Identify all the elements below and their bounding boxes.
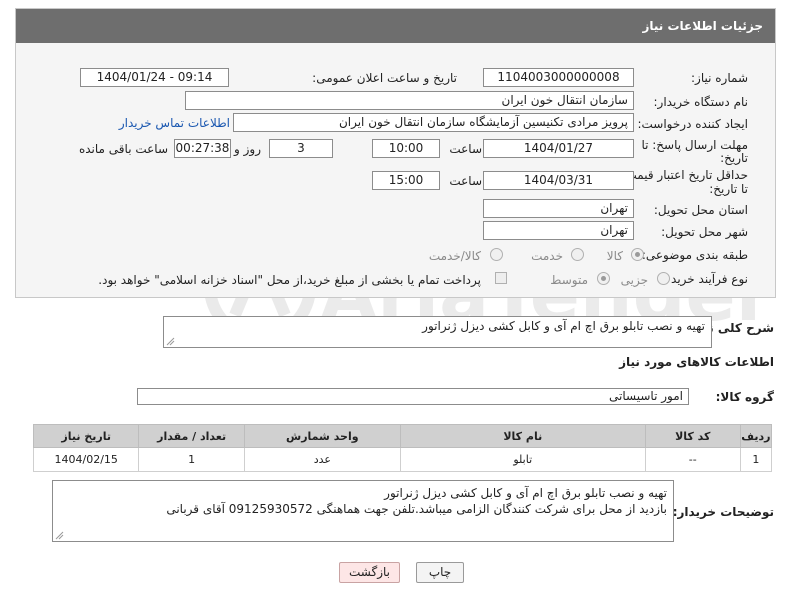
province-label: استان محل تحویل: xyxy=(653,203,748,217)
category-radio-goods-service[interactable] xyxy=(490,248,503,261)
category-label: طبقه بندی موضوعی: xyxy=(641,248,748,262)
deadline-time-field: 10:00 xyxy=(372,139,440,158)
deadline-label-line2: تاریخ: xyxy=(720,151,748,165)
goods-table: ردیف کد کالا نام کالا واحد شمارش تعداد /… xyxy=(32,424,773,472)
back-button[interactable]: بازگشت xyxy=(339,562,400,583)
cell-row-number: 1 xyxy=(739,447,773,472)
price-validity-date-field: 1404/03/31 xyxy=(483,171,634,190)
province-field: تهران xyxy=(483,199,634,218)
resize-grip-icon[interactable] xyxy=(55,531,64,540)
price-validity-time-label: ساعت xyxy=(449,174,482,188)
category-radio-goods[interactable] xyxy=(631,248,644,261)
deadline-time-label: ساعت xyxy=(449,142,482,156)
creator-field: پرویز مرادی تکنیسین آزمایشگاه سازمان انت… xyxy=(233,113,634,132)
creator-label: ایجاد کننده درخواست: xyxy=(637,117,748,131)
days-label: روز و xyxy=(234,142,261,156)
buyer-org-field: سازمان انتقال خون ایران xyxy=(185,91,634,110)
column-header-unit: واحد شمارش xyxy=(243,424,401,448)
remaining-time-label: ساعت باقی مانده xyxy=(78,142,168,156)
remaining-time-field: 00:27:38 xyxy=(174,139,231,158)
category-option-goods-service: کالا/خدمت xyxy=(428,249,481,263)
price-validity-label-line1: حداقل تاریخ اعتبار قیمت: xyxy=(621,168,748,182)
process-option-minor: جزیی xyxy=(620,273,648,287)
buyer-contact-link[interactable]: اطلاعات تماس خریدار xyxy=(119,116,230,130)
column-header-quantity: تعداد / مقدار xyxy=(138,424,245,448)
process-radio-minor[interactable] xyxy=(657,272,670,285)
column-header-item-code: کد کالا xyxy=(644,424,741,448)
buyer-org-label: نام دستگاه خریدار: xyxy=(653,95,749,109)
treasury-payment-checkbox[interactable] xyxy=(495,272,507,284)
column-header-need-date: تاریخ نیاز xyxy=(32,424,140,448)
cell-quantity: 1 xyxy=(138,447,245,472)
column-header-item-name: نام کالا xyxy=(399,424,646,448)
cell-item-code: -- xyxy=(644,447,741,472)
goods-group-field: امور تاسیساتی xyxy=(137,388,689,405)
announce-date-field: 1404/01/24 - 09:14 xyxy=(80,68,229,87)
need-number-field: 1104003000000008 xyxy=(483,68,634,87)
price-validity-time-field: 15:00 xyxy=(372,171,440,190)
city-field: تهران xyxy=(483,221,634,240)
resize-grip-icon[interactable] xyxy=(166,337,175,346)
description-text: تهیه و نصب تابلو برق اچ ام آی و کابل کشی… xyxy=(422,319,705,333)
process-radio-medium[interactable] xyxy=(597,272,610,285)
panel-title: جزئیات اطلاعات نیاز xyxy=(16,9,775,43)
print-button[interactable]: چاپ xyxy=(416,562,464,583)
goods-group-label: گروه کالا: xyxy=(715,390,774,404)
process-option-medium: متوسط xyxy=(550,273,588,287)
buyer-notes-textarea[interactable]: تهیه و نصب تابلو برق اچ ام آی و کابل کشی… xyxy=(52,480,674,542)
deadline-date-field: 1404/01/27 xyxy=(483,139,634,158)
category-option-goods: کالا xyxy=(606,249,623,263)
cell-unit: عدد xyxy=(243,447,401,472)
buyer-notes-label: توضیحات خریدار: xyxy=(672,505,774,519)
table-row: 1 -- تابلو عدد 1 1404/02/15 xyxy=(32,447,773,472)
price-validity-label-line2: تا تاریخ: xyxy=(709,182,748,196)
category-radio-service[interactable] xyxy=(571,248,584,261)
cell-item-name: تابلو xyxy=(399,447,646,472)
cell-need-date: 1404/02/15 xyxy=(32,447,140,472)
announce-date-label: تاریخ و ساعت اعلان عمومی: xyxy=(312,71,457,85)
goods-section-title: اطلاعات کالاهای مورد نیاز xyxy=(619,355,774,369)
need-number-label: شماره نیاز: xyxy=(691,71,748,85)
goods-table-header: ردیف کد کالا نام کالا واحد شمارش تعداد /… xyxy=(32,424,773,448)
days-remaining-field: 3 xyxy=(269,139,333,158)
buyer-notes-line-2: بازدید از محل برای شرکت کنندگان الزامی م… xyxy=(166,502,667,516)
description-textarea[interactable]: تهیه و نصب تابلو برق اچ ام آی و کابل کشی… xyxy=(163,316,712,348)
treasury-payment-note: پرداخت تمام یا بخشی از مبلغ خرید،از محل … xyxy=(98,273,481,287)
process-type-label: نوع فرآیند خرید : xyxy=(663,272,748,286)
deadline-label-line1: مهلت ارسال پاسخ: تا xyxy=(641,138,748,152)
column-header-row-number: ردیف xyxy=(739,424,773,448)
buyer-notes-line-1: تهیه و نصب تابلو برق اچ ام آی و کابل کشی… xyxy=(384,486,667,500)
city-label: شهر محل تحویل: xyxy=(661,225,748,239)
category-option-service: خدمت xyxy=(531,249,563,263)
